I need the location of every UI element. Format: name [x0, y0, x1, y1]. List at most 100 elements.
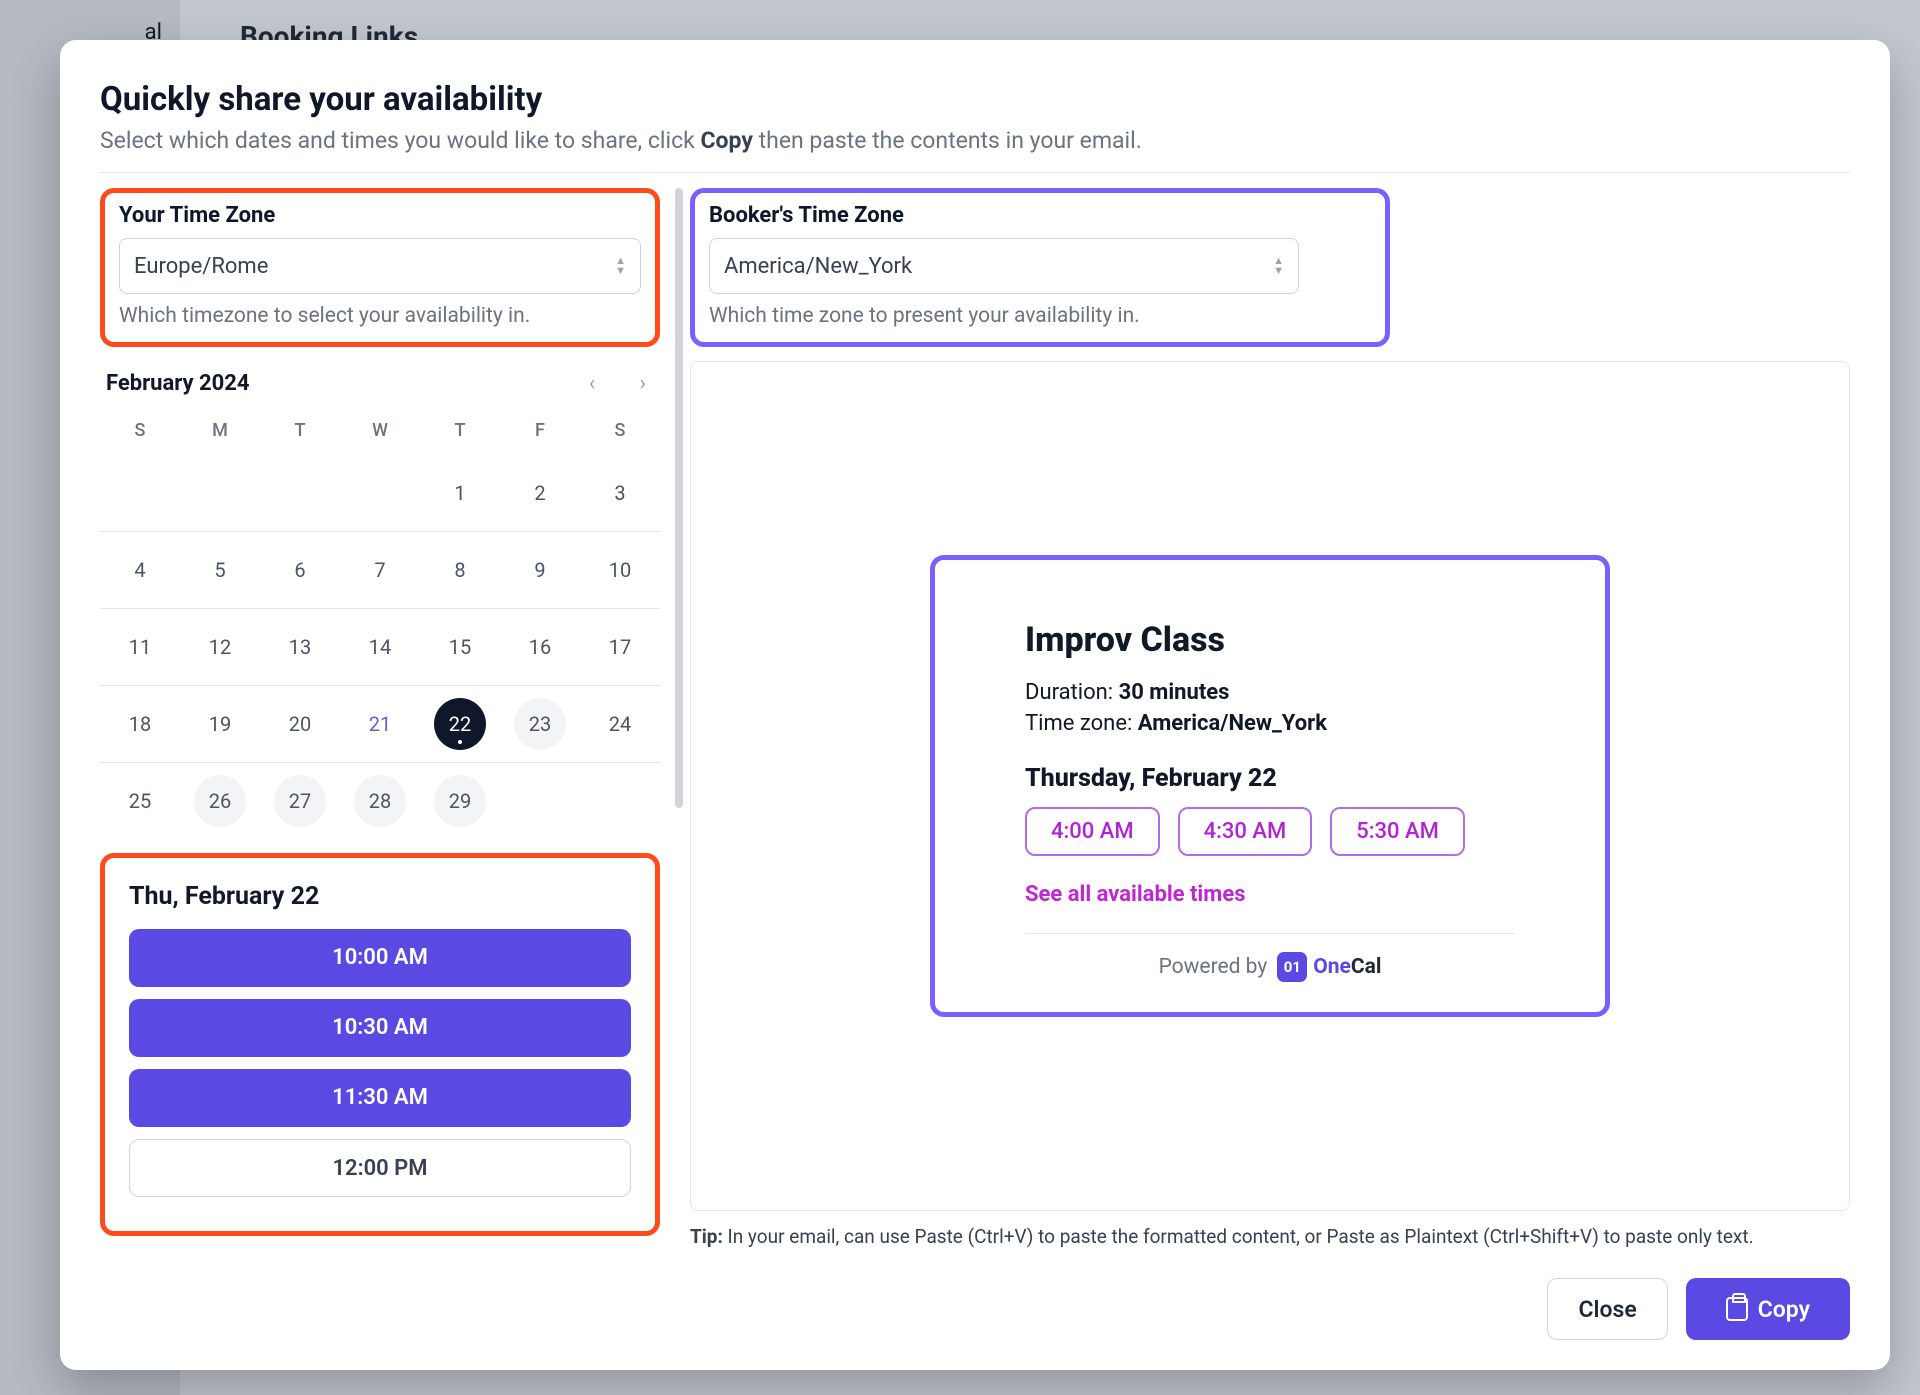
calendar-cell[interactable]: 17: [580, 609, 660, 685]
slots-day-title: Thu, February 22: [129, 882, 643, 911]
calendar-day[interactable]: 12: [209, 635, 231, 659]
calendar-month: February 2024: [106, 371, 250, 396]
your-timezone-label: Your Time Zone: [119, 203, 641, 228]
calendar-cell[interactable]: 13: [260, 609, 340, 685]
calendar-day[interactable]: 10: [609, 558, 631, 582]
calendar-cell[interactable]: 9: [500, 532, 580, 608]
booker-timezone-label: Booker's Time Zone: [709, 203, 1371, 228]
calendar-day[interactable]: 26: [194, 775, 246, 827]
chevron-updown-icon: ▲▼: [615, 257, 626, 275]
calendar-day[interactable]: 8: [454, 558, 465, 582]
onecal-brand: 01 OneCal: [1277, 952, 1381, 982]
calendar-day[interactable]: 27: [274, 775, 326, 827]
chevron-left-icon: ‹: [589, 371, 596, 396]
time-slot-button[interactable]: 10:30 AM: [129, 999, 631, 1057]
calendar-day[interactable]: 7: [374, 558, 385, 582]
time-slot-button[interactable]: 12:00 PM: [129, 1139, 631, 1197]
booker-timezone-value: America/New_York: [724, 254, 912, 279]
calendar-day-selected[interactable]: 22: [434, 698, 486, 750]
your-timezone-help: Which timezone to select your availabili…: [119, 304, 641, 328]
divider: [100, 172, 1850, 173]
your-timezone-select[interactable]: Europe/Rome ▲▼: [119, 238, 641, 294]
scrollbar[interactable]: [675, 188, 683, 808]
booker-timezone-section: Booker's Time Zone America/New_York ▲▼ W…: [690, 188, 1390, 347]
calendar-prev-button[interactable]: ‹: [581, 367, 604, 400]
calendar: February 2024 ‹ › SMTWTFS 12345678910111…: [100, 361, 660, 839]
preview-time-slot[interactable]: 4:30 AM: [1178, 807, 1313, 856]
calendar-day[interactable]: 3: [614, 481, 625, 505]
calendar-cell[interactable]: 2: [500, 455, 580, 531]
calendar-cell[interactable]: 21: [340, 686, 420, 762]
calendar-day[interactable]: 2: [534, 481, 545, 505]
calendar-cell[interactable]: 5: [180, 532, 260, 608]
calendar-day[interactable]: 25: [129, 789, 151, 813]
calendar-cell[interactable]: 1: [420, 455, 500, 531]
clipboard-icon: [1726, 1297, 1748, 1321]
calendar-day[interactable]: 4: [134, 558, 145, 582]
calendar-cell[interactable]: 12: [180, 609, 260, 685]
calendar-cell[interactable]: 18: [100, 686, 180, 762]
calendar-dow: W: [340, 410, 420, 455]
calendar-day[interactable]: 9: [534, 558, 545, 582]
calendar-cell[interactable]: 4: [100, 532, 180, 608]
chevron-right-icon: ›: [639, 371, 646, 396]
calendar-cell[interactable]: 8: [420, 532, 500, 608]
calendar-cell[interactable]: 23: [500, 686, 580, 762]
see-all-times-link[interactable]: See all available times: [1025, 882, 1515, 907]
calendar-cell[interactable]: 3: [580, 455, 660, 531]
calendar-cell[interactable]: 20: [260, 686, 340, 762]
calendar-day[interactable]: 6: [294, 558, 305, 582]
calendar-day[interactable]: 5: [214, 558, 225, 582]
calendar-cell[interactable]: 15: [420, 609, 500, 685]
calendar-cell: [340, 455, 420, 531]
calendar-cell[interactable]: 10: [580, 532, 660, 608]
calendar-day[interactable]: 13: [289, 635, 311, 659]
calendar-cell[interactable]: 26: [180, 763, 260, 839]
calendar-day[interactable]: 23: [514, 698, 566, 750]
copy-button[interactable]: Copy: [1686, 1278, 1850, 1340]
calendar-cell[interactable]: 27: [260, 763, 340, 839]
calendar-dow: S: [580, 410, 660, 455]
calendar-day[interactable]: 17: [609, 635, 631, 659]
calendar-cell[interactable]: 22: [420, 686, 500, 762]
close-button[interactable]: Close: [1547, 1278, 1667, 1340]
calendar-day[interactable]: 11: [129, 635, 151, 659]
booker-timezone-select[interactable]: America/New_York ▲▼: [709, 238, 1299, 294]
calendar-dow: F: [500, 410, 580, 455]
time-slot-button[interactable]: 11:30 AM: [129, 1069, 631, 1127]
calendar-cell[interactable]: 28: [340, 763, 420, 839]
calendar-day[interactable]: 20: [289, 712, 311, 736]
preview-card: Improv Class Duration: 30 minutes Time z…: [930, 555, 1610, 1017]
calendar-dow: T: [260, 410, 340, 455]
calendar-cell[interactable]: 14: [340, 609, 420, 685]
calendar-cell[interactable]: 16: [500, 609, 580, 685]
calendar-dow: T: [420, 410, 500, 455]
calendar-day[interactable]: 1: [454, 481, 465, 505]
divider: [1025, 933, 1515, 934]
preview-day: Thursday, February 22: [1025, 764, 1515, 793]
powered-by: Powered by 01 OneCal: [1025, 952, 1515, 982]
calendar-day[interactable]: 24: [609, 712, 631, 736]
calendar-day[interactable]: 15: [449, 635, 471, 659]
time-slot-button[interactable]: 10:00 AM: [129, 929, 631, 987]
calendar-day[interactable]: 21: [369, 712, 391, 736]
calendar-day[interactable]: 18: [129, 712, 151, 736]
tip-text: Tip: In your email, can use Paste (Ctrl+…: [690, 1225, 1850, 1248]
calendar-day[interactable]: 28: [354, 775, 406, 827]
onecal-logo-icon: 01: [1277, 952, 1307, 982]
calendar-day[interactable]: 16: [529, 635, 551, 659]
calendar-cell[interactable]: 6: [260, 532, 340, 608]
calendar-dow: M: [180, 410, 260, 455]
preview-time-slot[interactable]: 4:00 AM: [1025, 807, 1160, 856]
calendar-next-button[interactable]: ›: [631, 367, 654, 400]
calendar-day[interactable]: 29: [434, 775, 486, 827]
calendar-day[interactable]: 19: [209, 712, 231, 736]
calendar-cell[interactable]: 7: [340, 532, 420, 608]
calendar-cell[interactable]: 19: [180, 686, 260, 762]
calendar-cell[interactable]: 24: [580, 686, 660, 762]
calendar-cell[interactable]: 25: [100, 763, 180, 839]
preview-time-slot[interactable]: 5:30 AM: [1330, 807, 1465, 856]
calendar-day[interactable]: 14: [369, 635, 391, 659]
calendar-cell[interactable]: 11: [100, 609, 180, 685]
calendar-cell[interactable]: 29: [420, 763, 500, 839]
